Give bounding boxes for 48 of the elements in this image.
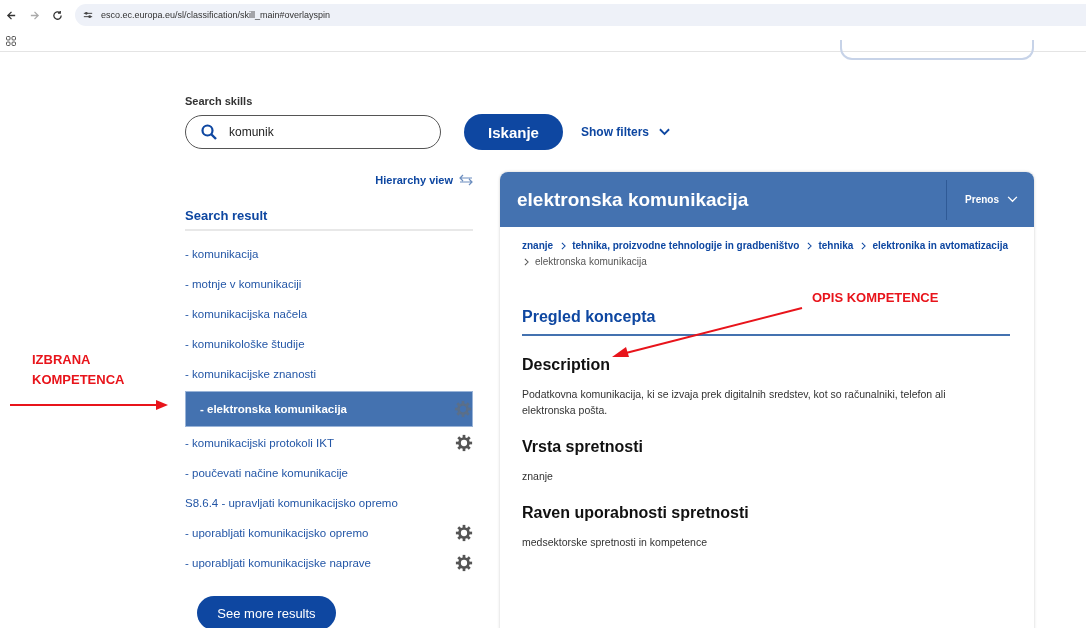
result-item[interactable]: - uporabljati komunikacijske naprave — [185, 548, 473, 578]
breadcrumb-current: elektronska komunikacija — [535, 255, 647, 268]
field-text: medsektorske spretnosti in kompetence — [522, 535, 708, 550]
breadcrumb-link[interactable]: tehnika — [818, 239, 854, 252]
result-item[interactable]: - komunikacijski protokoli IKT — [185, 428, 473, 458]
breadcrumb-link[interactable]: tehnika, proizvodne tehnologije in gradbeništvo — [572, 239, 800, 252]
chevron-right-icon — [524, 257, 529, 266]
field-text: Podatkovna komunikacija, ki se izvaja prek digitalnih sredstev, kot so računalniki, telefon ali elektronska pošta. — [522, 387, 947, 418]
chevron-right-icon — [807, 241, 813, 250]
see-more-button[interactable]: See more results — [197, 596, 336, 628]
result-item[interactable]: - komunikacijska načela — [185, 299, 473, 329]
field-text: znanje — [522, 469, 554, 484]
result-item[interactable]: - poučevati načine komunikacije — [185, 458, 473, 488]
back-icon[interactable] — [6, 9, 17, 21]
apps-icon[interactable] — [6, 35, 16, 46]
download-dropdown[interactable]: Prenos — [946, 179, 1034, 220]
site-settings-icon[interactable] — [83, 10, 93, 20]
field-heading: Description — [522, 356, 611, 374]
result-item[interactable]: - komunikološke študije — [185, 329, 473, 359]
result-item[interactable]: S8.6.4 - upravljati komunikacijsko opremo — [185, 488, 473, 518]
section-title: Pregled koncepta — [522, 308, 1010, 336]
chevron-right-icon — [561, 241, 567, 250]
search-icon — [201, 124, 217, 140]
breadcrumb-link[interactable]: znanje — [522, 239, 554, 252]
section-heading: Search result — [185, 208, 473, 231]
reload-icon[interactable] — [52, 9, 63, 21]
show-filters-button[interactable]: Show filters — [581, 125, 670, 139]
annotation-label: OPIS KOMPETENCE — [812, 289, 939, 307]
field-heading: Raven uporabnosti spretnosti — [522, 504, 750, 522]
card-title: elektronska komunikacija — [516, 188, 749, 211]
result-item[interactable]: - uporabljati komunikacijsko opremo — [185, 518, 473, 548]
chevron-down-icon — [659, 128, 670, 136]
hierarchy-view-link[interactable]: Hierarchy view — [375, 174, 473, 186]
search-button[interactable]: Iskanje — [464, 114, 563, 150]
result-item[interactable]: - motnje v komunikaciji — [185, 269, 473, 299]
search-field[interactable]: komunik — [185, 115, 441, 149]
result-item[interactable]: - komunikacija — [185, 239, 473, 269]
search-label: Search skills — [185, 95, 254, 107]
field-heading: Vrsta spretnosti — [522, 438, 644, 456]
chevron-down-icon — [1007, 196, 1018, 203]
address-bar[interactable]: esco.ec.europa.eu/sl/classification/skill_main#overlayspin — [75, 4, 1086, 26]
url-text: esco.ec.europa.eu/sl/classification/skill_main#overlayspin — [101, 10, 331, 20]
chevron-right-icon — [861, 241, 867, 250]
annotation-label: IZBRANA KOMPETENCA — [32, 351, 126, 389]
swap-arrows-icon — [459, 174, 473, 186]
result-item[interactable]: - elektronska komunikacija — [185, 391, 473, 427]
result-item[interactable]: - komunikacijske znanosti — [185, 359, 473, 389]
breadcrumb-link[interactable]: elektronika in avtomatizacija — [872, 239, 1008, 252]
